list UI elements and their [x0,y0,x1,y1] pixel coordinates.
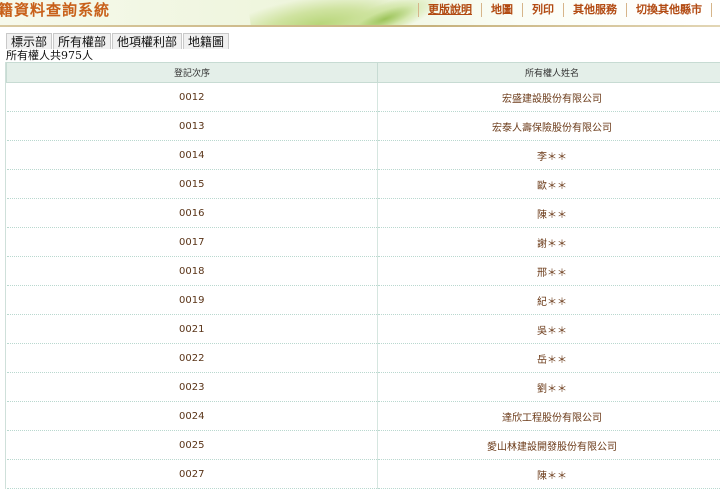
nav-update-notes[interactable]: 更版說明 [418,3,481,17]
table-row: 0014李＊＊ [7,141,720,170]
owner-name-cell: 岳＊＊ [378,344,720,373]
registration-order-cell: 0015 [7,170,378,199]
column-header-owner-name: 所有權人姓名 [378,63,720,83]
owner-name-cell: 吳＊＊ [378,315,720,344]
registration-order-cell: 0023 [7,373,378,402]
table-row: 0022岳＊＊ [7,344,720,373]
owner-name-cell: 宏泰人壽保險股份有限公司 [378,112,720,141]
table-row: 0023劉＊＊ [7,373,720,402]
owner-name-cell: 愛山林建設開發股份有限公司 [378,431,720,460]
tab-other-rights[interactable]: 他項權利部 [112,33,182,49]
site-title: 籍資料查詢系統 [0,0,110,22]
header-divider [0,25,720,27]
owners-table: 登記次序 所有權人姓名 0012宏盛建設股份有限公司0013宏泰人壽保險股份有限… [6,62,720,489]
table-row: 0019紀＊＊ [7,286,720,315]
owner-count-text: 所有權人共975人 [6,49,93,63]
nav-print[interactable]: 列印 [522,3,563,17]
owner-name-cell: 陳＊＊ [378,460,720,489]
table-row: 0012宏盛建設股份有限公司 [7,83,720,112]
owner-name-cell: 李＊＊ [378,141,720,170]
nav-other-services[interactable]: 其他服務 [563,3,626,17]
nav-switch-county[interactable]: 切換其他縣市 [626,3,711,17]
registration-order-cell: 0022 [7,344,378,373]
registration-order-cell: 0012 [7,83,378,112]
owner-name-cell: 謝＊＊ [378,228,720,257]
table-row: 0016陳＊＊ [7,199,720,228]
registration-order-cell: 0018 [7,257,378,286]
tab-cadastral-map[interactable]: 地籍圖 [183,33,229,49]
table-row: 0015歐＊＊ [7,170,720,199]
registration-order-cell: 0024 [7,402,378,431]
app-header: 籍資料查詢系統 更版說明 地圖 列印 其他服務 切換其他縣市 登出 [0,0,720,27]
tab-ownership[interactable]: 所有權部 [53,33,111,49]
table-row: 0027陳＊＊ [7,460,720,489]
registration-order-cell: 0013 [7,112,378,141]
registration-order-cell: 0014 [7,141,378,170]
owner-name-cell: 宏盛建設股份有限公司 [378,83,720,112]
owner-name-cell: 劉＊＊ [378,373,720,402]
registration-order-cell: 0019 [7,286,378,315]
table-row: 0017謝＊＊ [7,228,720,257]
table-row: 0025愛山林建設開發股份有限公司 [7,431,720,460]
table-row: 0021吳＊＊ [7,315,720,344]
registration-order-cell: 0016 [7,199,378,228]
section-tabs: 標示部 所有權部 他項權利部 地籍圖 [6,33,230,49]
owner-name-cell: 陳＊＊ [378,199,720,228]
owner-name-cell: 達欣工程股份有限公司 [378,402,720,431]
table-row: 0018邢＊＊ [7,257,720,286]
owner-name-cell: 歐＊＊ [378,170,720,199]
nav-logout[interactable]: 登出 [711,3,720,17]
column-header-registration-order: 登記次序 [7,63,378,83]
owners-table-container: 登記次序 所有權人姓名 0012宏盛建設股份有限公司0013宏泰人壽保險股份有限… [5,62,720,489]
table-row: 0013宏泰人壽保險股份有限公司 [7,112,720,141]
table-header-row: 登記次序 所有權人姓名 [7,63,720,83]
top-nav: 更版說明 地圖 列印 其他服務 切換其他縣市 登出 [418,0,720,20]
registration-order-cell: 0021 [7,315,378,344]
owner-name-cell: 紀＊＊ [378,286,720,315]
registration-order-cell: 0025 [7,431,378,460]
registration-order-cell: 0027 [7,460,378,489]
table-row: 0024達欣工程股份有限公司 [7,402,720,431]
owner-name-cell: 邢＊＊ [378,257,720,286]
nav-map[interactable]: 地圖 [481,3,522,17]
registration-order-cell: 0017 [7,228,378,257]
tab-marking[interactable]: 標示部 [6,33,52,49]
